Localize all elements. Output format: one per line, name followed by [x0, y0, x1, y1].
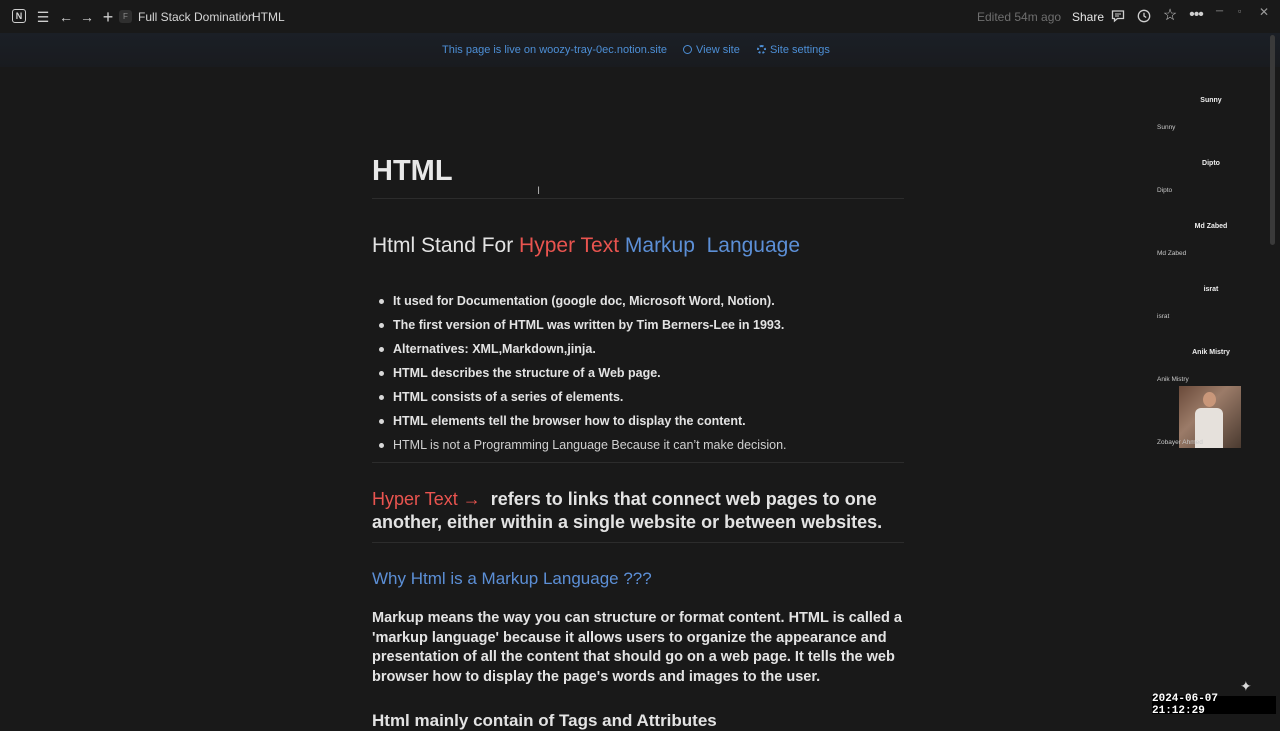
title-divider — [372, 198, 904, 199]
list-item[interactable]: HTML elements tell the browser how to di… — [372, 411, 912, 435]
hyper-text-term: Hyper Text → — [372, 489, 481, 509]
participant-name: israt — [1203, 286, 1219, 293]
markup-word: Markup — [624, 234, 695, 257]
close-icon[interactable]: ✕ — [1259, 5, 1269, 19]
site-live-banner: This page is live on woozy-tray-0ec.noti… — [0, 33, 1280, 67]
maximize-icon[interactable]: ▫ — [1238, 6, 1241, 16]
participant-name: Md Zabed — [1194, 223, 1228, 230]
hyper-text-word: Hyper Text — [519, 234, 620, 257]
forward-arrow-icon[interactable]: → — [76, 6, 98, 28]
participant-name: Dipto — [1202, 160, 1220, 167]
stand-for-heading[interactable]: Html Stand For Hyper Text Markup Languag… — [372, 234, 800, 258]
list-item[interactable]: HTML is not a Programming Language Becau… — [372, 435, 912, 459]
tags-attributes-heading[interactable]: Html mainly contain of Tags and Attribut… — [372, 711, 717, 731]
edited-status: Edited 54m ago — [977, 10, 1062, 24]
stand-for-prefix: Html Stand For — [372, 234, 520, 257]
view-site-link[interactable]: View site — [683, 44, 740, 56]
scrollbar-thumb[interactable] — [1270, 35, 1275, 245]
menu-icon[interactable]: ☰ — [32, 6, 54, 28]
more-icon[interactable]: ••• — [1185, 4, 1207, 26]
breadcrumb-page[interactable]: HTML — [252, 10, 285, 24]
plus-icon[interactable]: + — [97, 6, 119, 28]
section-divider — [372, 542, 904, 543]
list-item[interactable]: Alternatives: XML,Markdown,jinja. — [372, 339, 912, 363]
participant-label: Dipto — [1157, 187, 1173, 194]
page-icon: F — [119, 10, 132, 23]
list-item[interactable]: The first version of HTML was written by… — [372, 315, 912, 339]
site-settings-label: Site settings — [770, 44, 830, 56]
site-settings-link[interactable]: Site settings — [757, 44, 830, 56]
share-button[interactable]: Share — [1072, 10, 1104, 24]
hyper-text-definition[interactable]: Hyper Text → refers to links that connec… — [372, 488, 912, 534]
participant-label: israt — [1157, 313, 1170, 320]
recording-timestamp: 2024-06-07 21:12:29 — [1152, 693, 1276, 717]
list-divider — [372, 462, 904, 463]
star-icon[interactable]: ☆ — [1159, 4, 1181, 26]
html-facts-list: It used for Documentation (google doc, M… — [372, 291, 912, 459]
view-site-label: View site — [696, 44, 740, 56]
breadcrumb-root[interactable]: Full Stack Domination — [138, 10, 255, 24]
text-cursor-icon: I — [537, 185, 541, 197]
why-markup-heading[interactable]: Why Html is a Markup Language ??? — [372, 569, 652, 589]
notion-logo-icon[interactable]: N — [12, 9, 26, 23]
list-item[interactable]: HTML describes the structure of a Web pa… — [372, 363, 912, 387]
site-live-text[interactable]: This page is live on woozy-tray-0ec.noti… — [442, 44, 667, 56]
comment-icon[interactable] — [1107, 5, 1129, 27]
top-bar: N ☰ ← → + F Full Stack Domination / HTML… — [0, 0, 1280, 33]
page-title[interactable]: HTML — [372, 155, 453, 188]
gear-icon — [757, 45, 766, 54]
participant-name: Sunny — [1200, 97, 1222, 104]
globe-icon — [683, 45, 692, 54]
list-item[interactable]: It used for Documentation (google doc, M… — [372, 291, 912, 315]
video-person-head — [1203, 392, 1216, 407]
list-item[interactable]: HTML consists of a series of elements. — [372, 387, 912, 411]
participant-name: Anik Mistry — [1192, 349, 1230, 356]
back-arrow-icon[interactable]: ← — [55, 6, 77, 28]
participant-label: Sunny — [1157, 124, 1176, 131]
minimize-icon[interactable]: ─ — [1216, 6, 1223, 17]
participant-label: Zobayer Ahmed — [1157, 439, 1203, 446]
participant-label: Anik Mistry — [1157, 376, 1189, 383]
markup-paragraph[interactable]: Markup means the way you can structure o… — [372, 609, 912, 687]
page-scrollbar[interactable] — [1270, 33, 1277, 720]
breadcrumb-separator: / — [242, 10, 246, 24]
clock-icon[interactable] — [1133, 5, 1155, 27]
language-word: Language — [706, 234, 801, 257]
participant-label: Md Zabed — [1157, 250, 1187, 257]
